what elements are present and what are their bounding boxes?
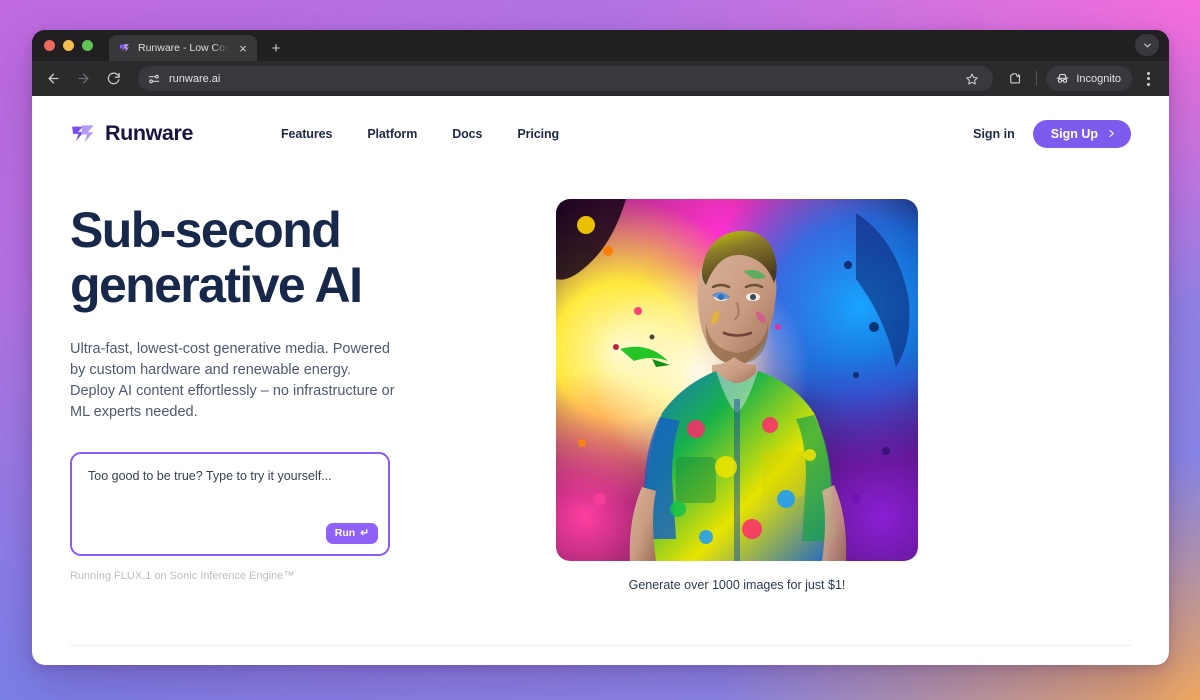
bookmark-button[interactable] xyxy=(959,66,984,91)
runware-logo-icon xyxy=(72,124,94,142)
extensions-button[interactable] xyxy=(1002,66,1027,91)
site-header: Runware Features Platform Docs Pricing S… xyxy=(32,96,1169,171)
chevron-right-icon xyxy=(1109,129,1114,138)
tune-settings-icon[interactable] xyxy=(147,72,161,86)
new-tab-button[interactable]: + xyxy=(263,35,289,61)
prompt-placeholder: Too good to be true? Type to try it your… xyxy=(88,468,332,483)
hero-image-caption: Generate over 1000 images for just $1! xyxy=(628,578,846,592)
hero-engine-note: Running FLUX.1 on Sonic Inference Engine… xyxy=(70,569,295,582)
site-logo[interactable]: Runware xyxy=(70,121,193,147)
hero-title-line-2: generative AI xyxy=(70,257,363,313)
sign-up-button[interactable]: Sign Up xyxy=(1032,119,1131,148)
maximize-window-button[interactable] xyxy=(82,40,93,51)
hero-title-line-1: Sub-second xyxy=(70,202,342,258)
page-title: Sub-second generative AI xyxy=(70,203,500,313)
hero-image xyxy=(556,199,918,561)
browser-tab-title: Runware - Low Cost, Ultra-Fa xyxy=(138,42,229,54)
sign-in-link[interactable]: Sign in xyxy=(973,127,1015,141)
back-button[interactable] xyxy=(40,65,67,92)
arrow-left-icon xyxy=(48,73,59,84)
runware-favicon-icon xyxy=(119,43,129,52)
window-traffic-lights xyxy=(44,30,109,61)
close-tab-button[interactable]: × xyxy=(236,41,250,55)
reload-icon xyxy=(107,72,120,85)
hero-subtitle: Ultra-fast, lowest-cost generative media… xyxy=(70,341,395,421)
browser-menu-button[interactable] xyxy=(1137,66,1159,91)
section-divider xyxy=(70,645,1131,646)
star-icon xyxy=(966,73,978,85)
page-viewport: Runware Features Platform Docs Pricing S… xyxy=(32,96,1169,665)
header-actions: Sign in Sign Up xyxy=(973,119,1131,148)
chevron-down-icon xyxy=(1143,43,1151,47)
nav-item-docs[interactable]: Docs xyxy=(452,127,482,141)
tab-search-button[interactable] xyxy=(1135,34,1159,56)
address-bar-url: runware.ai xyxy=(169,72,221,85)
puzzle-piece-icon xyxy=(1010,73,1021,84)
hero-copy: Sub-second generative AI Ultra-fast, low… xyxy=(70,199,500,592)
kebab-dot xyxy=(1146,77,1150,80)
incognito-indicator[interactable]: Incognito xyxy=(1046,66,1132,91)
toolbar-divider xyxy=(1036,71,1038,86)
reload-button[interactable] xyxy=(100,65,127,92)
kebab-dot xyxy=(1146,71,1150,75)
incognito-label: Incognito xyxy=(1076,72,1121,85)
site-nav: Features Platform Docs Pricing xyxy=(281,127,559,141)
prompt-input-box[interactable]: Too good to be true? Type to try it your… xyxy=(70,451,390,556)
nav-item-features[interactable]: Features xyxy=(281,127,332,141)
browser-toolbar: runware.ai Incognito xyxy=(32,61,1169,96)
forward-button[interactable] xyxy=(70,65,97,92)
address-bar-actions xyxy=(959,66,984,91)
minimize-window-button[interactable] xyxy=(63,40,74,51)
hero-media: Generate over 1000 images for just $1! xyxy=(556,199,918,592)
browser-tab-strip: Runware - Low Cost, Ultra-Fa × + xyxy=(32,30,1169,61)
arrow-right-icon xyxy=(78,73,89,84)
incognito-hat-icon xyxy=(1057,73,1069,83)
close-window-button[interactable] xyxy=(44,40,55,51)
run-label: Run xyxy=(334,527,356,540)
browser-tab[interactable]: Runware - Low Cost, Ultra-Fa × xyxy=(109,35,257,61)
brand-name: Runware xyxy=(105,121,193,145)
browser-window: Runware - Low Cost, Ultra-Fa × + xyxy=(32,30,1169,665)
sign-up-label: Sign Up xyxy=(1050,126,1098,141)
hero-section: Sub-second generative AI Ultra-fast, low… xyxy=(32,171,1169,592)
nav-item-pricing[interactable]: Pricing xyxy=(517,127,559,141)
address-bar[interactable]: runware.ai xyxy=(138,66,994,91)
enter-key-icon: ↵ xyxy=(360,527,369,540)
nav-item-platform[interactable]: Platform xyxy=(367,127,417,141)
run-button[interactable]: Run ↵ xyxy=(325,522,378,544)
kebab-dot xyxy=(1146,82,1150,86)
